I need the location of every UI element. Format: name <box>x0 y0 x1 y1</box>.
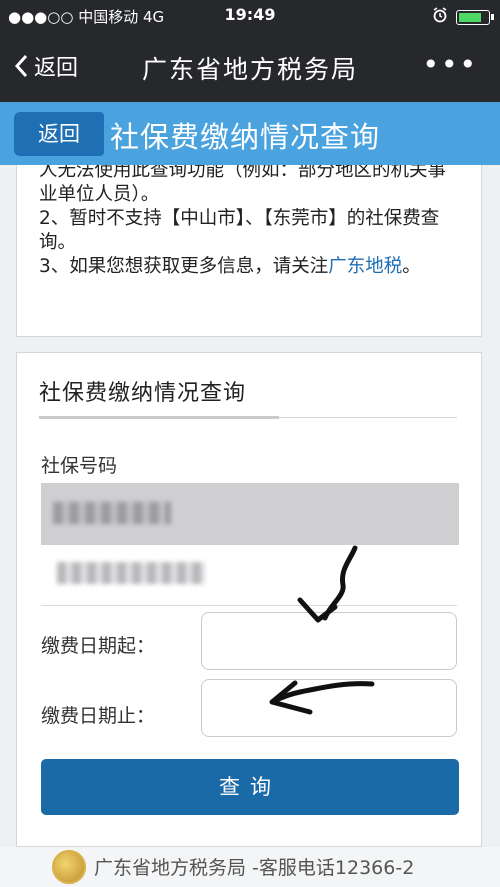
ss-number-secondary <box>57 562 205 584</box>
blurred-value <box>53 502 171 524</box>
battery-icon <box>456 9 494 25</box>
end-date-input[interactable] <box>201 679 457 737</box>
page-title: 社保费缴纳情况查询 <box>110 120 381 154</box>
guangdong-tax-link[interactable]: 广东地税 <box>328 256 402 277</box>
form-title: 社保费缴纳情况查询 <box>39 381 247 406</box>
header-back-button[interactable]: 返回 <box>14 112 104 156</box>
notice-line-2: 2、暂时不支持【中山市】、【东莞市】的社保费查询。 <box>39 208 440 253</box>
notice-line-1: 人无法使用此查询功能（例如：部分地区的机关事业单位人员）。 <box>39 165 447 205</box>
field-divider <box>41 605 457 606</box>
more-menu-button[interactable]: ••• <box>422 48 478 81</box>
notice-line-3-end: 。 <box>402 256 421 277</box>
alarm-icon <box>432 7 448 27</box>
footer-text: 广东省地方税务局 -客服电话12366-2 <box>94 857 415 879</box>
tax-emblem-icon <box>52 850 86 884</box>
ss-number-select[interactable] <box>41 483 459 545</box>
ss-number-label: 社保号码 <box>41 455 118 477</box>
query-button[interactable]: 查询 <box>41 759 459 815</box>
notice-line-3-text: 3、如果您想获取更多信息，请关注 <box>39 256 329 277</box>
end-date-label: 缴费日期止： <box>41 705 156 727</box>
notice-line-3: 3、如果您想获取更多信息，请关注广东地税。 <box>39 255 459 279</box>
status-icons <box>432 7 494 27</box>
status-bar: ●●●○○ 中国移动 4G 19:49 <box>0 0 500 30</box>
notice-card: 人无法使用此查询功能（例如：部分地区的机关事业单位人员）。 2、暂时不支持【中山… <box>16 165 482 337</box>
nav-bar: 返回 广东省地方税务局 ••• <box>0 30 500 102</box>
query-form-card: 社保费缴纳情况查询 社保号码 缴费日期起： 缴费日期止： 查询 <box>16 352 482 847</box>
start-date-input[interactable] <box>201 612 457 670</box>
title-underline <box>39 416 279 419</box>
clock: 19:49 <box>224 5 276 24</box>
footer: 广东省地方税务局 -客服电话12366-2 <box>0 847 500 887</box>
page-header: 返回 社保费缴纳情况查询 <box>0 102 500 165</box>
start-date-label: 缴费日期起： <box>41 635 156 657</box>
